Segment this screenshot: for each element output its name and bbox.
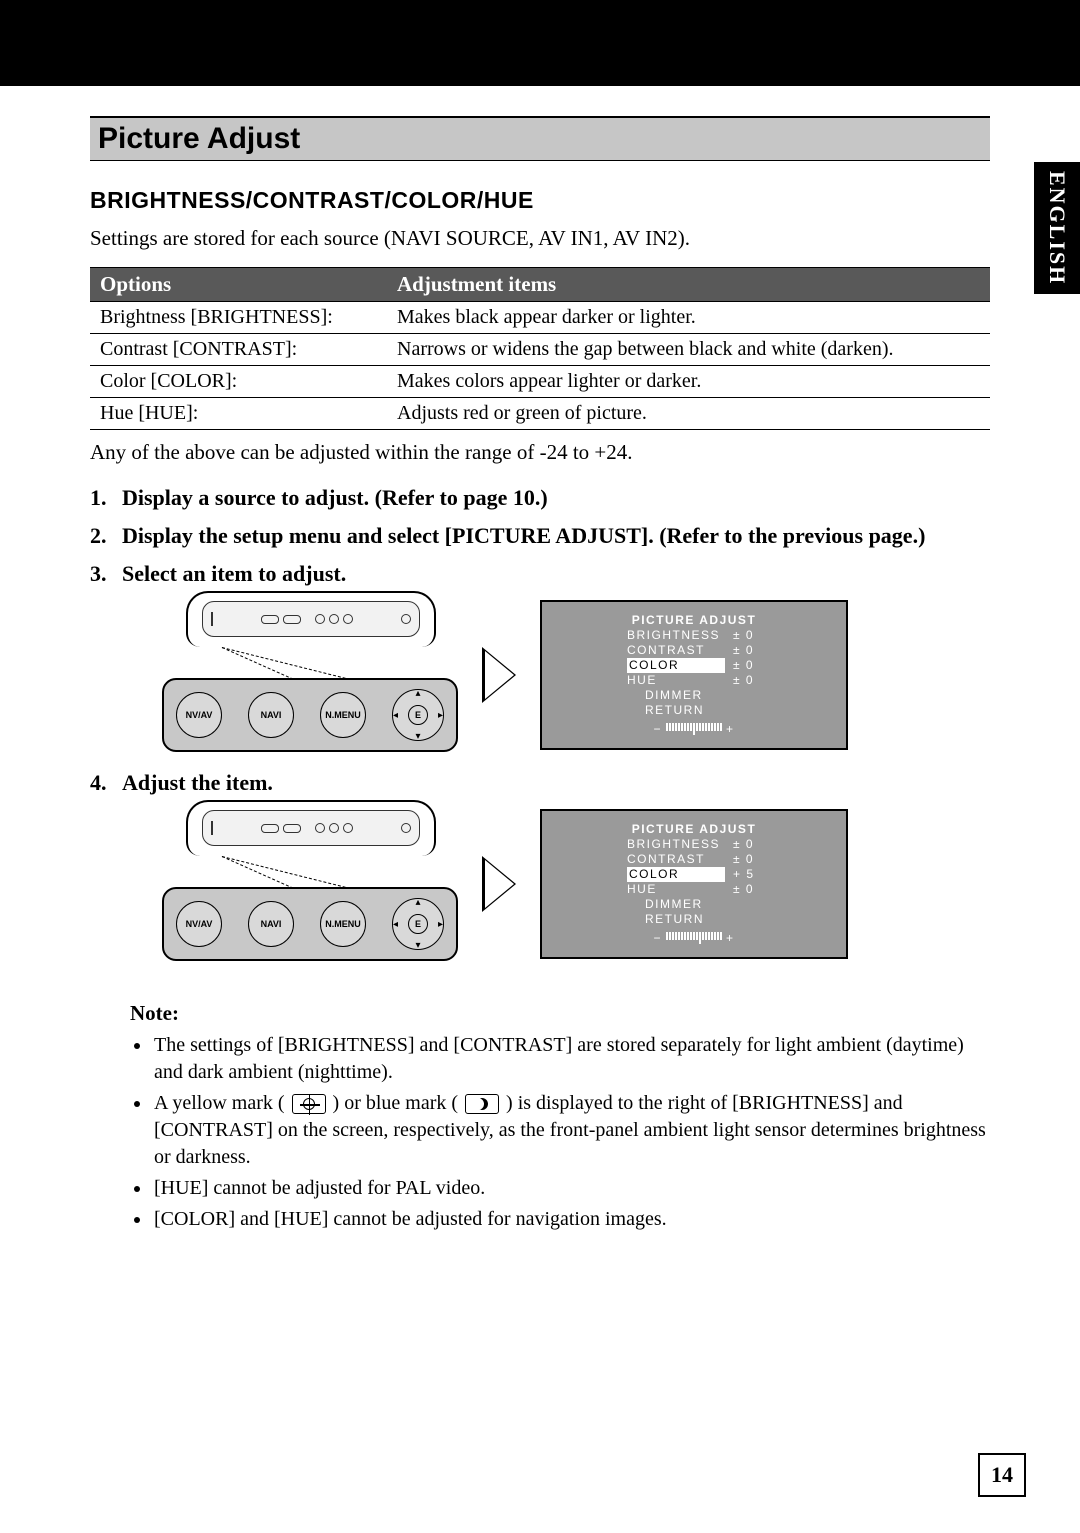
th-options: Options — [90, 268, 387, 302]
nmenu-button: N.MENU — [320, 692, 366, 738]
osd-title: PICTURE ADJUST — [632, 613, 757, 627]
osd-value: ± 0 — [733, 673, 761, 688]
osd-label: CONTRAST — [627, 643, 725, 658]
osd-value: ± 0 — [733, 837, 761, 852]
minus-icon: − — [653, 931, 662, 945]
dpad-control: ▴ ▾ ◂ ▸ E — [392, 898, 444, 950]
options-table: Options Adjustment items Brightness [BRI… — [90, 267, 990, 430]
page-content: Picture Adjust BRIGHTNESS/CONTRAST/COLOR… — [0, 86, 1080, 1233]
moon-icon — [465, 1094, 499, 1114]
table-row: Hue [HUE]:Adjusts red or green of pictur… — [90, 398, 990, 430]
plus-icon: + — [726, 931, 735, 945]
range-note: Any of the above can be adjusted within … — [90, 440, 990, 465]
desc-cell: Adjusts red or green of picture. — [387, 398, 990, 430]
page-number: 14 — [978, 1453, 1026, 1497]
navi-button: NAVI — [248, 692, 294, 738]
nvav-button: NV/AV — [176, 901, 222, 947]
osd-label-selected: COLOR — [627, 658, 725, 673]
arrow-icon — [482, 856, 516, 912]
desc-cell: Narrows or widens the gap between black … — [387, 334, 990, 366]
opt-cell: Hue [HUE]: — [90, 398, 387, 430]
language-tab: ENGLISH — [1034, 162, 1080, 294]
note-item: [COLOR] and [HUE] cannot be adjusted for… — [152, 1206, 990, 1233]
minus-icon: − — [653, 722, 662, 736]
step-2: Display the setup menu and select [PICTU… — [90, 523, 990, 549]
step-text: Adjust the item. — [122, 770, 273, 795]
osd-title: PICTURE ADJUST — [632, 822, 757, 836]
note-text: ) or blue mark ( — [333, 1092, 459, 1114]
opt-cell: Color [COLOR]: — [90, 366, 387, 398]
top-black-band — [0, 0, 1080, 86]
step-text: Select an item to adjust. — [122, 561, 346, 586]
desc-cell: Makes black appear darker or lighter. — [387, 302, 990, 334]
arrow-icon — [482, 647, 516, 703]
section-title: Picture Adjust — [98, 122, 982, 156]
nmenu-button: N.MENU — [320, 901, 366, 947]
osd-screen-1: PICTURE ADJUST BRIGHTNESS ± 0 CONTRAST ± 0… — [540, 600, 848, 750]
note-heading: Note: — [130, 1001, 990, 1026]
osd-label: BRIGHTNESS — [627, 628, 725, 643]
osd-value: ± 0 — [733, 643, 761, 658]
notes-list: The settings of [BRIGHTNESS] and [CONTRA… — [152, 1032, 990, 1233]
osd-value: ± 0 — [733, 658, 761, 673]
table-row: Contrast [CONTRAST]:Narrows or widens th… — [90, 334, 990, 366]
step-text: Display a source to adjust. (Refer to pa… — [122, 485, 548, 510]
dpad-control: ▴ ▾ ◂ ▸ E — [392, 689, 444, 741]
intro-text: Settings are stored for each source (NAV… — [90, 226, 990, 251]
step-4: Adjust the item. NV/AV NAVI — [90, 770, 990, 961]
osd-value: + 5 — [733, 867, 761, 882]
dpad-center: E — [408, 914, 428, 934]
device-diagram: NV/AV NAVI N.MENU ▴ ▾ ◂ ▸ E — [162, 597, 458, 752]
osd-label: DIMMER — [645, 897, 743, 912]
plus-icon: + — [726, 722, 735, 736]
note-item: [HUE] cannot be adjusted for PAL video. — [152, 1175, 990, 1202]
step-3: Select an item to adjust. NV/AV NA — [90, 561, 990, 752]
osd-label: RETURN — [645, 703, 743, 718]
note-text: A yellow mark ( — [154, 1092, 285, 1114]
slider-ticks — [666, 723, 722, 735]
section-bar: Picture Adjust — [90, 116, 990, 161]
osd-value: ± 0 — [733, 852, 761, 867]
device-diagram: NV/AV NAVI N.MENU ▴ ▾ ◂ ▸ E — [162, 806, 458, 961]
opt-cell: Brightness [BRIGHTNESS]: — [90, 302, 387, 334]
step-1: Display a source to adjust. (Refer to pa… — [90, 485, 990, 511]
th-adjustment: Adjustment items — [387, 268, 990, 302]
osd-value: ± 0 — [733, 628, 761, 643]
navi-button: NAVI — [248, 901, 294, 947]
step-text: Display the setup menu and select [PICTU… — [122, 523, 925, 548]
osd-label: CONTRAST — [627, 852, 725, 867]
dpad-center: E — [408, 705, 428, 725]
slider-ticks — [666, 932, 722, 944]
osd-label: HUE — [627, 673, 725, 688]
osd-label: RETURN — [645, 912, 743, 927]
osd-value: ± 0 — [733, 882, 761, 897]
osd-label: DIMMER — [645, 688, 743, 703]
osd-label: BRIGHTNESS — [627, 837, 725, 852]
steps-list: Display a source to adjust. (Refer to pa… — [90, 485, 990, 961]
note-item: The settings of [BRIGHTNESS] and [CONTRA… — [152, 1032, 990, 1086]
table-row: Color [COLOR]:Makes colors appear lighte… — [90, 366, 990, 398]
nvav-button: NV/AV — [176, 692, 222, 738]
note-item: A yellow mark ( ) or blue mark ( ) is di… — [152, 1090, 990, 1171]
osd-screen-2: PICTURE ADJUST BRIGHTNESS ± 0 CONTRAST ± 0… — [540, 809, 848, 959]
desc-cell: Makes colors appear lighter or darker. — [387, 366, 990, 398]
subheading: BRIGHTNESS/CONTRAST/COLOR/HUE — [90, 187, 990, 214]
osd-label-selected: COLOR — [627, 867, 725, 882]
opt-cell: Contrast [CONTRAST]: — [90, 334, 387, 366]
sun-icon — [292, 1094, 326, 1114]
osd-label: HUE — [627, 882, 725, 897]
table-row: Brightness [BRIGHTNESS]:Makes black appe… — [90, 302, 990, 334]
